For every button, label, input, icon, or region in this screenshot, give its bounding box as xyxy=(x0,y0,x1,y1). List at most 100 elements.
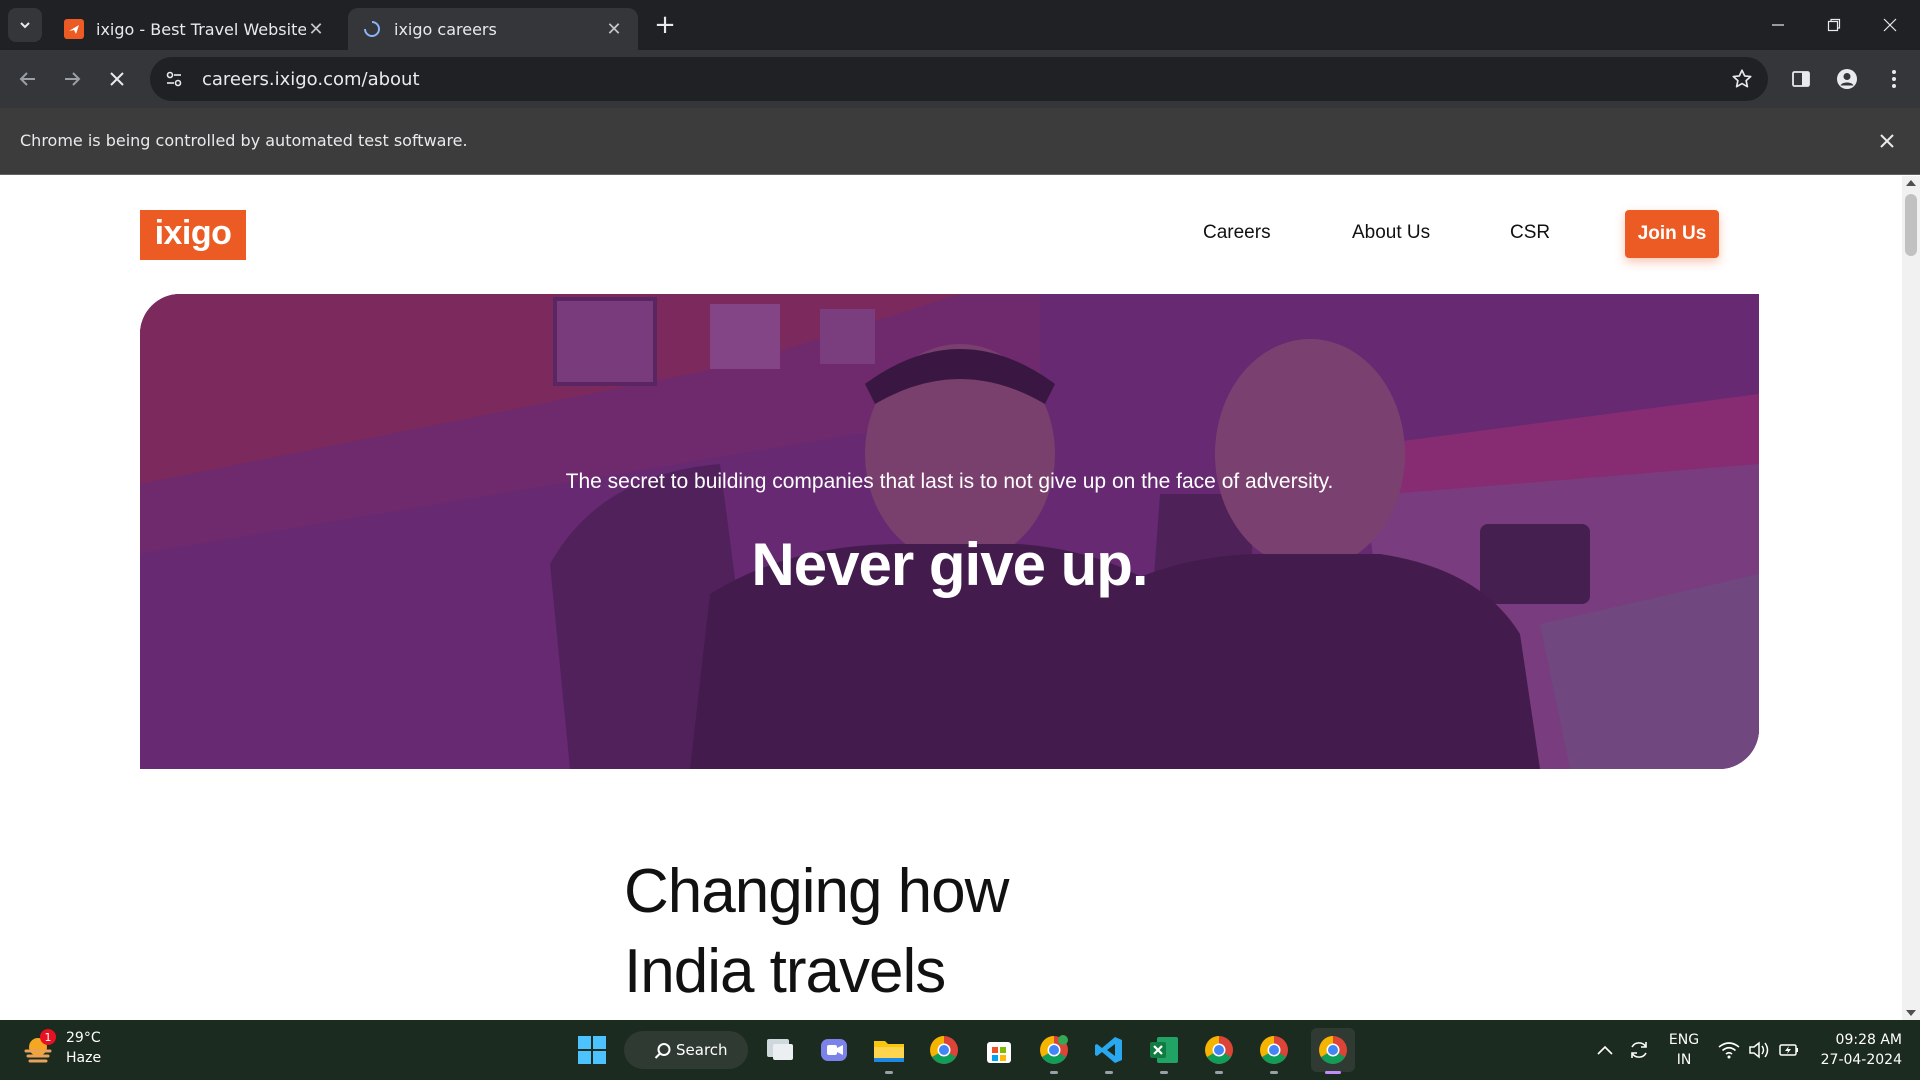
automation-infobar: Chrome is being controlled by automated … xyxy=(0,108,1920,175)
running-indicator xyxy=(1160,1071,1168,1074)
tab-search-button[interactable] xyxy=(8,8,42,42)
new-tab-button[interactable]: + xyxy=(650,10,680,40)
volume-icon xyxy=(1749,1041,1769,1059)
chrome-menu-button[interactable] xyxy=(1878,63,1910,95)
teams-chat-button[interactable] xyxy=(816,1032,852,1068)
url-text: careers.ixigo.com/about xyxy=(202,68,420,90)
task-view-button[interactable] xyxy=(762,1032,798,1068)
wifi-icon xyxy=(1718,1042,1740,1059)
bookmark-star-icon[interactable] xyxy=(1722,59,1762,99)
chrome-window-button[interactable] xyxy=(1201,1032,1237,1074)
start-button[interactable] xyxy=(574,1032,610,1068)
minimize-icon xyxy=(1772,24,1784,26)
region-code: IN xyxy=(1676,1052,1692,1068)
headline-line-2: India travels xyxy=(624,937,946,1006)
tab-ixigo-home[interactable]: ixigo - Best Travel Website, Bo ✕ xyxy=(50,8,340,50)
section-headline: Changing how India travels xyxy=(624,852,1009,1012)
page-scrollbar[interactable] xyxy=(1902,176,1920,1020)
sync-icon xyxy=(1631,1042,1647,1058)
scrollbar-thumb[interactable] xyxy=(1905,194,1917,256)
language-indicator[interactable]: ENG IN xyxy=(1664,1030,1704,1070)
running-indicator xyxy=(885,1071,893,1074)
excel-icon xyxy=(1150,1037,1178,1063)
file-explorer-button[interactable] xyxy=(871,1032,907,1074)
clock[interactable]: 09:28 AM 27-04-2024 xyxy=(1806,1030,1902,1070)
battery-charging-icon xyxy=(1779,1044,1798,1056)
ixigo-logo[interactable]: ixigo xyxy=(140,210,246,260)
taskbar-search[interactable]: Search xyxy=(624,1031,748,1069)
chrome-button[interactable] xyxy=(926,1032,962,1068)
show-hidden-icons-button[interactable] xyxy=(1592,1032,1618,1068)
wifi-tray-button[interactable] xyxy=(1714,1032,1744,1068)
profile-button[interactable] xyxy=(1831,63,1863,95)
close-infobar-button[interactable] xyxy=(1874,128,1900,154)
chrome-icon xyxy=(1205,1036,1233,1064)
weather-description: Haze xyxy=(66,1050,102,1066)
chrome-active-window-button[interactable] xyxy=(1311,1028,1355,1074)
running-indicator xyxy=(1215,1071,1223,1074)
microsoft-store-button[interactable] xyxy=(981,1032,1017,1068)
chrome-window-button[interactable] xyxy=(1256,1032,1292,1074)
hero-banner: The secret to building companies that la… xyxy=(140,294,1759,769)
volume-tray-button[interactable] xyxy=(1744,1032,1774,1068)
side-panel-icon xyxy=(1792,71,1810,87)
restore-button[interactable] xyxy=(1806,0,1862,50)
tab-ixigo-careers[interactable]: ixigo careers ✕ xyxy=(348,8,638,50)
close-icon xyxy=(110,72,124,86)
chrome-icon xyxy=(1319,1036,1347,1064)
nav-csr-link[interactable]: CSR xyxy=(1510,222,1550,244)
close-window-button[interactable] xyxy=(1862,0,1918,50)
minimize-button[interactable] xyxy=(1750,0,1806,50)
stop-loading-button[interactable] xyxy=(101,63,133,95)
close-icon xyxy=(1880,134,1894,148)
weather-badge: 1 xyxy=(40,1029,56,1045)
store-icon xyxy=(987,1042,1011,1063)
scroll-up-arrow-icon[interactable] xyxy=(1906,180,1916,186)
page-viewport: ixigo Careers About Us CSR Join Us The s… xyxy=(0,176,1920,1020)
chevron-up-icon xyxy=(1597,1045,1613,1055)
chrome-icon xyxy=(930,1036,958,1064)
sync-tray-button[interactable] xyxy=(1624,1032,1654,1068)
address-bar[interactable]: careers.ixigo.com/about xyxy=(150,57,1768,101)
task-view-icon xyxy=(767,1039,793,1060)
arrow-left-icon xyxy=(19,72,35,86)
running-indicator xyxy=(1270,1071,1278,1074)
weather-temperature: 29°C xyxy=(66,1030,101,1046)
excel-button[interactable] xyxy=(1146,1032,1182,1074)
running-indicator xyxy=(1105,1071,1113,1074)
chrome-profile-button[interactable] xyxy=(1036,1032,1072,1074)
folder-icon xyxy=(874,1041,904,1062)
chrome-icon xyxy=(1260,1036,1288,1064)
close-tab-icon[interactable]: ✕ xyxy=(604,19,624,40)
back-button[interactable] xyxy=(12,63,44,95)
search-icon xyxy=(654,1043,671,1059)
site-info-icon[interactable] xyxy=(154,57,194,101)
clock-time: 09:28 AM xyxy=(1835,1032,1902,1048)
vscode-icon xyxy=(1095,1037,1122,1063)
windows-taskbar: 1 29°C Haze Search ENG IN 09:28 AM 27-04… xyxy=(0,1020,1920,1080)
nav-about-link[interactable]: About Us xyxy=(1352,222,1430,244)
profile-icon xyxy=(1837,69,1857,89)
join-us-button[interactable]: Join Us xyxy=(1625,210,1719,258)
more-vertical-icon xyxy=(1892,70,1896,88)
browser-tab-strip: ixigo - Best Travel Website, Bo ✕ ixigo … xyxy=(0,0,1920,50)
side-panel-button[interactable] xyxy=(1785,63,1817,95)
scroll-down-arrow-icon[interactable] xyxy=(1906,1010,1916,1016)
chevron-down-icon xyxy=(20,22,30,29)
hero-title: Never give up. xyxy=(751,531,1148,598)
close-tab-icon[interactable]: ✕ xyxy=(306,19,326,40)
chrome-icon xyxy=(1040,1035,1068,1064)
language-code: ENG xyxy=(1668,1032,1700,1048)
forward-button[interactable] xyxy=(56,63,88,95)
tab-title: ixigo careers xyxy=(394,19,497,39)
battery-tray-button[interactable] xyxy=(1774,1032,1804,1068)
ixigo-favicon-icon xyxy=(64,19,84,39)
close-icon xyxy=(1883,18,1897,32)
weather-widget[interactable]: 1 29°C Haze xyxy=(22,1028,101,1068)
nav-careers-link[interactable]: Careers xyxy=(1203,222,1271,244)
hero-subtitle: The secret to building companies that la… xyxy=(565,470,1334,493)
arrow-right-icon xyxy=(65,72,81,86)
running-indicator xyxy=(1050,1071,1058,1074)
vscode-button[interactable] xyxy=(1091,1032,1127,1074)
active-indicator xyxy=(1325,1071,1341,1074)
